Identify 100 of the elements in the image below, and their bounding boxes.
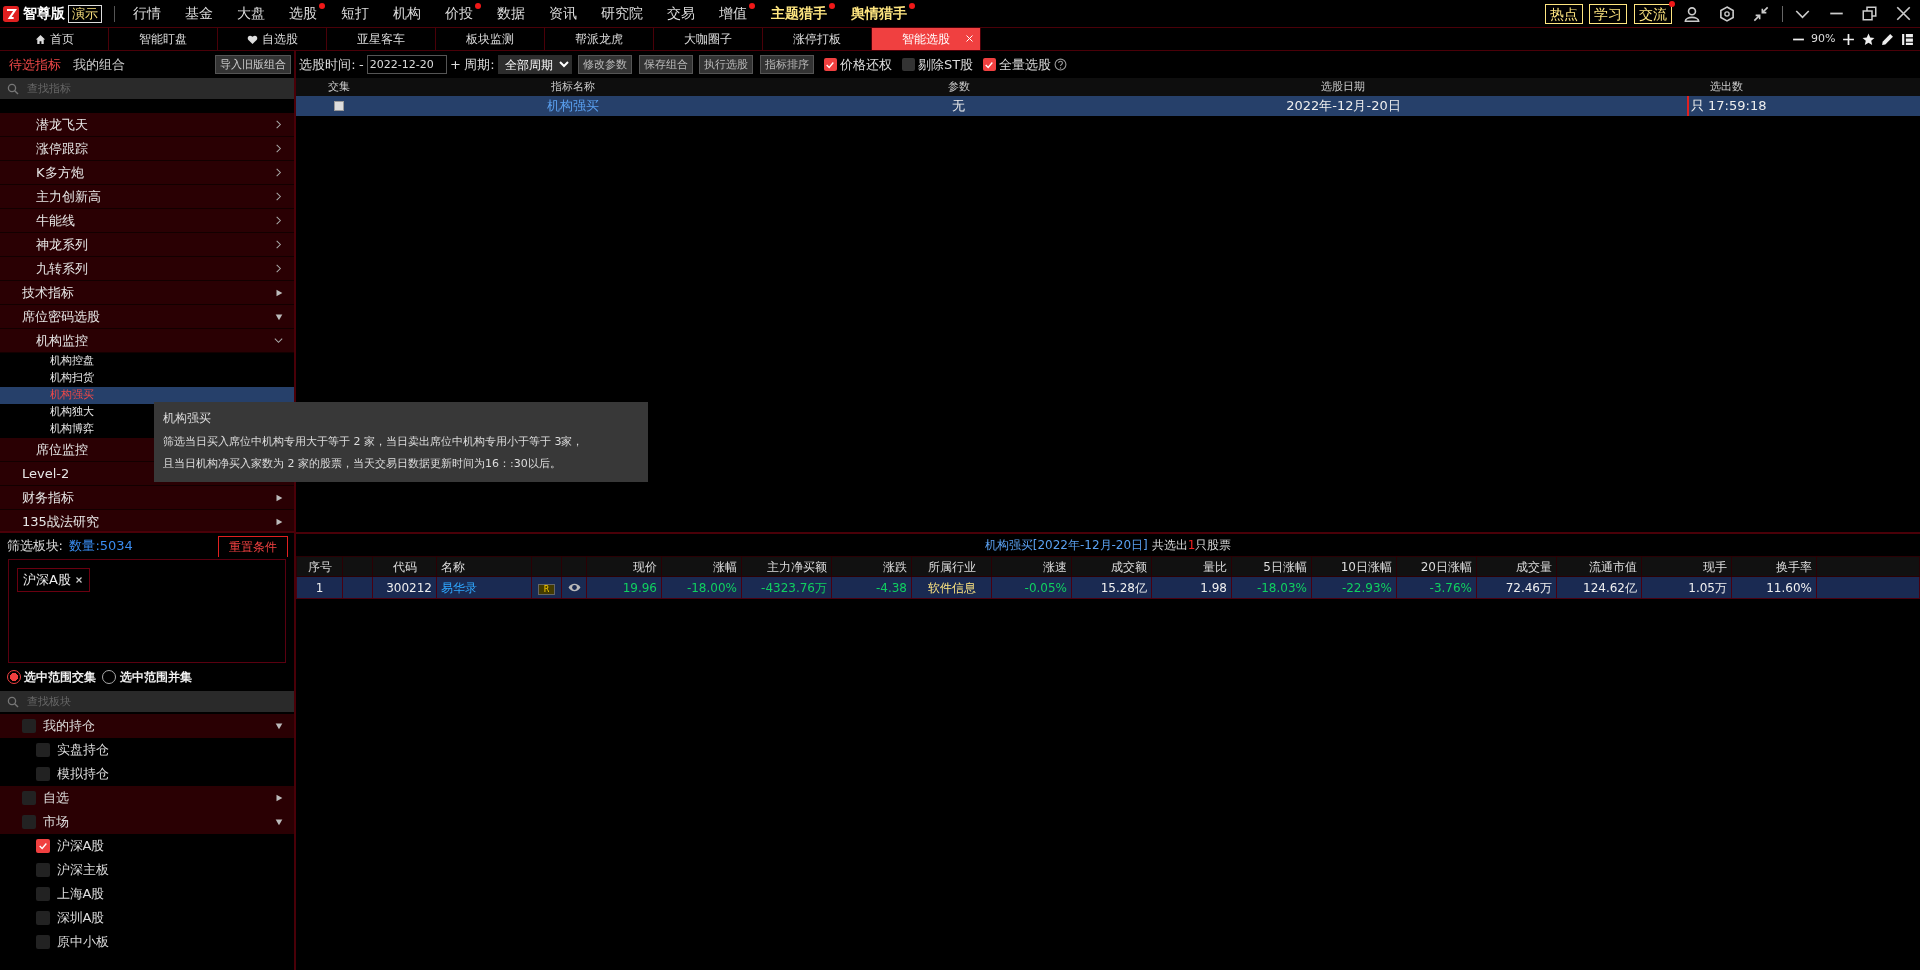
- panel-tab[interactable]: 待选指标: [3, 54, 68, 75]
- menu-item[interactable]: 资讯: [537, 3, 590, 24]
- triangle-down-icon[interactable]: [274, 721, 284, 731]
- checkbox[interactable]: [22, 719, 36, 733]
- table-row[interactable]: 机构强买 无 2022年-12月-20日 只 17:59:18: [296, 96, 1920, 116]
- close-icon[interactable]: [1895, 6, 1911, 21]
- checkbox-option[interactable]: 剔除ST股: [901, 54, 974, 75]
- chevron-right-icon[interactable]: [273, 191, 284, 202]
- tree-label: 深圳A股: [56, 909, 105, 928]
- menu-item[interactable]: 研究院: [589, 3, 656, 24]
- tree-item[interactable]: 原中小板: [0, 930, 294, 954]
- tree-item[interactable]: 市场: [0, 810, 294, 834]
- menu-item[interactable]: 增值: [707, 3, 760, 24]
- tree-item[interactable]: 上海A股: [0, 882, 294, 906]
- menu-item[interactable]: 选股: [277, 3, 330, 24]
- help-icon[interactable]: [1054, 58, 1068, 71]
- menu-item[interactable]: 大盘: [225, 3, 278, 24]
- tree-item[interactable]: 实盘持仓: [0, 738, 294, 762]
- tree-item[interactable]: 沪深A股: [0, 834, 294, 858]
- menu-item[interactable]: 主题猎手: [759, 3, 840, 24]
- star-icon[interactable]: [1861, 32, 1875, 46]
- toolbar-button[interactable]: 保存组合: [638, 55, 693, 74]
- radio-option[interactable]: 选中范围交集: [6, 668, 96, 686]
- checkbox[interactable]: [36, 935, 50, 949]
- layout-icon[interactable]: [1900, 32, 1914, 46]
- quick-button[interactable]: 热点: [1544, 3, 1583, 24]
- period-select[interactable]: 全部周期: [497, 55, 572, 74]
- reset-button[interactable]: 重置条件: [217, 535, 288, 557]
- checkbox[interactable]: [36, 911, 50, 925]
- tree-item[interactable]: 我的持仓: [0, 714, 294, 738]
- panel-tab[interactable]: 我的组合: [67, 54, 132, 75]
- toolbar-button[interactable]: 指标排序: [759, 55, 814, 74]
- menu-item[interactable]: 舆情猎手: [839, 3, 920, 24]
- quick-button[interactable]: 交流: [1633, 3, 1672, 24]
- triangle-right-icon[interactable]: [274, 516, 284, 527]
- triangle-right-icon[interactable]: [274, 492, 284, 503]
- chevron-right-icon[interactable]: [273, 263, 284, 274]
- table-cell[interactable]: 机构强买: [546, 96, 599, 116]
- tree-item[interactable]: 自选: [0, 786, 294, 810]
- toolbar-button[interactable]: 执行选股: [699, 55, 754, 74]
- tree-item[interactable]: 牛能线: [0, 209, 294, 233]
- import-button[interactable]: 导入旧版组合: [214, 55, 291, 74]
- checkbox[interactable]: [334, 101, 345, 111]
- checkbox[interactable]: [22, 791, 36, 805]
- tree-item[interactable]: 主力创新高: [0, 185, 294, 209]
- tree-item[interactable]: 涨停跟踪: [0, 137, 294, 161]
- triangle-down-icon[interactable]: [274, 817, 284, 827]
- pencil-icon[interactable]: [1881, 32, 1894, 46]
- tree-item[interactable]: 财务指标: [0, 486, 294, 510]
- restore-icon[interactable]: [1862, 6, 1878, 21]
- home-icon: [34, 33, 46, 45]
- menu-item[interactable]: 行情: [121, 3, 174, 24]
- menu-item[interactable]: 价投: [433, 3, 486, 24]
- chevron-right-icon[interactable]: [273, 239, 284, 250]
- tree-item[interactable]: K多方炮: [0, 161, 294, 185]
- radio-option[interactable]: 选中范围并集: [102, 668, 192, 686]
- search-field[interactable]: 查找板块: [0, 691, 294, 712]
- chevron-right-icon[interactable]: [273, 167, 284, 178]
- tree-item[interactable]: 神龙系列: [0, 233, 294, 257]
- menu-item[interactable]: 交易: [655, 3, 708, 24]
- chevron-down-icon[interactable]: [273, 335, 284, 346]
- checkbox[interactable]: [22, 815, 36, 829]
- tree-item[interactable]: 深圳A股: [0, 906, 294, 930]
- quick-button[interactable]: 学习: [1589, 3, 1628, 24]
- hexagon-icon[interactable]: [1718, 5, 1735, 22]
- menu-item[interactable]: 短打: [329, 3, 382, 24]
- date-decrement[interactable]: -: [358, 54, 364, 75]
- checkbox[interactable]: [36, 863, 50, 877]
- tree-item[interactable]: 机构监控: [0, 329, 294, 353]
- tree-item[interactable]: 沪深主板: [0, 858, 294, 882]
- toolbar-button[interactable]: 修改参数: [578, 55, 633, 74]
- eye-icon[interactable]: [567, 581, 581, 594]
- menu-item[interactable]: 机构: [381, 3, 434, 24]
- tree-item[interactable]: 九转系列: [0, 257, 294, 281]
- chevron-right-icon[interactable]: [273, 143, 284, 154]
- chevron-right-icon[interactable]: [273, 119, 284, 130]
- date-field[interactable]: 2022-12-20: [366, 55, 447, 74]
- tree-item[interactable]: 席位密码选股: [0, 305, 294, 329]
- tree-item[interactable]: 技术指标: [0, 281, 294, 305]
- checkbox-option[interactable]: 价格还权: [823, 54, 892, 75]
- shrink-icon[interactable]: [1753, 5, 1770, 22]
- board-tag[interactable]: 沪深A股: [17, 568, 91, 592]
- menu-item[interactable]: 基金: [173, 3, 226, 24]
- tab[interactable]: 智能选股: [872, 28, 981, 50]
- checkbox[interactable]: [36, 839, 50, 853]
- tree-item[interactable]: 135战法研究: [0, 510, 294, 531]
- menu-item[interactable]: 数据: [485, 3, 538, 24]
- triangle-right-icon[interactable]: [274, 287, 284, 298]
- tree-item[interactable]: 潜龙飞天: [0, 113, 294, 137]
- checkbox-option[interactable]: 全量选股: [982, 54, 1052, 75]
- tree-item[interactable]: 模拟持仓: [0, 762, 294, 786]
- checkbox[interactable]: [36, 767, 50, 781]
- user-icon[interactable]: [1684, 5, 1701, 22]
- remove-icon[interactable]: [74, 574, 85, 585]
- triangle-right-icon[interactable]: [274, 793, 284, 803]
- checkbox[interactable]: [36, 887, 50, 901]
- chevron-right-icon[interactable]: [273, 215, 284, 226]
- zoom-in-icon[interactable]: [1842, 32, 1855, 46]
- checkbox[interactable]: [36, 743, 50, 757]
- date-increment[interactable]: +: [450, 54, 461, 75]
